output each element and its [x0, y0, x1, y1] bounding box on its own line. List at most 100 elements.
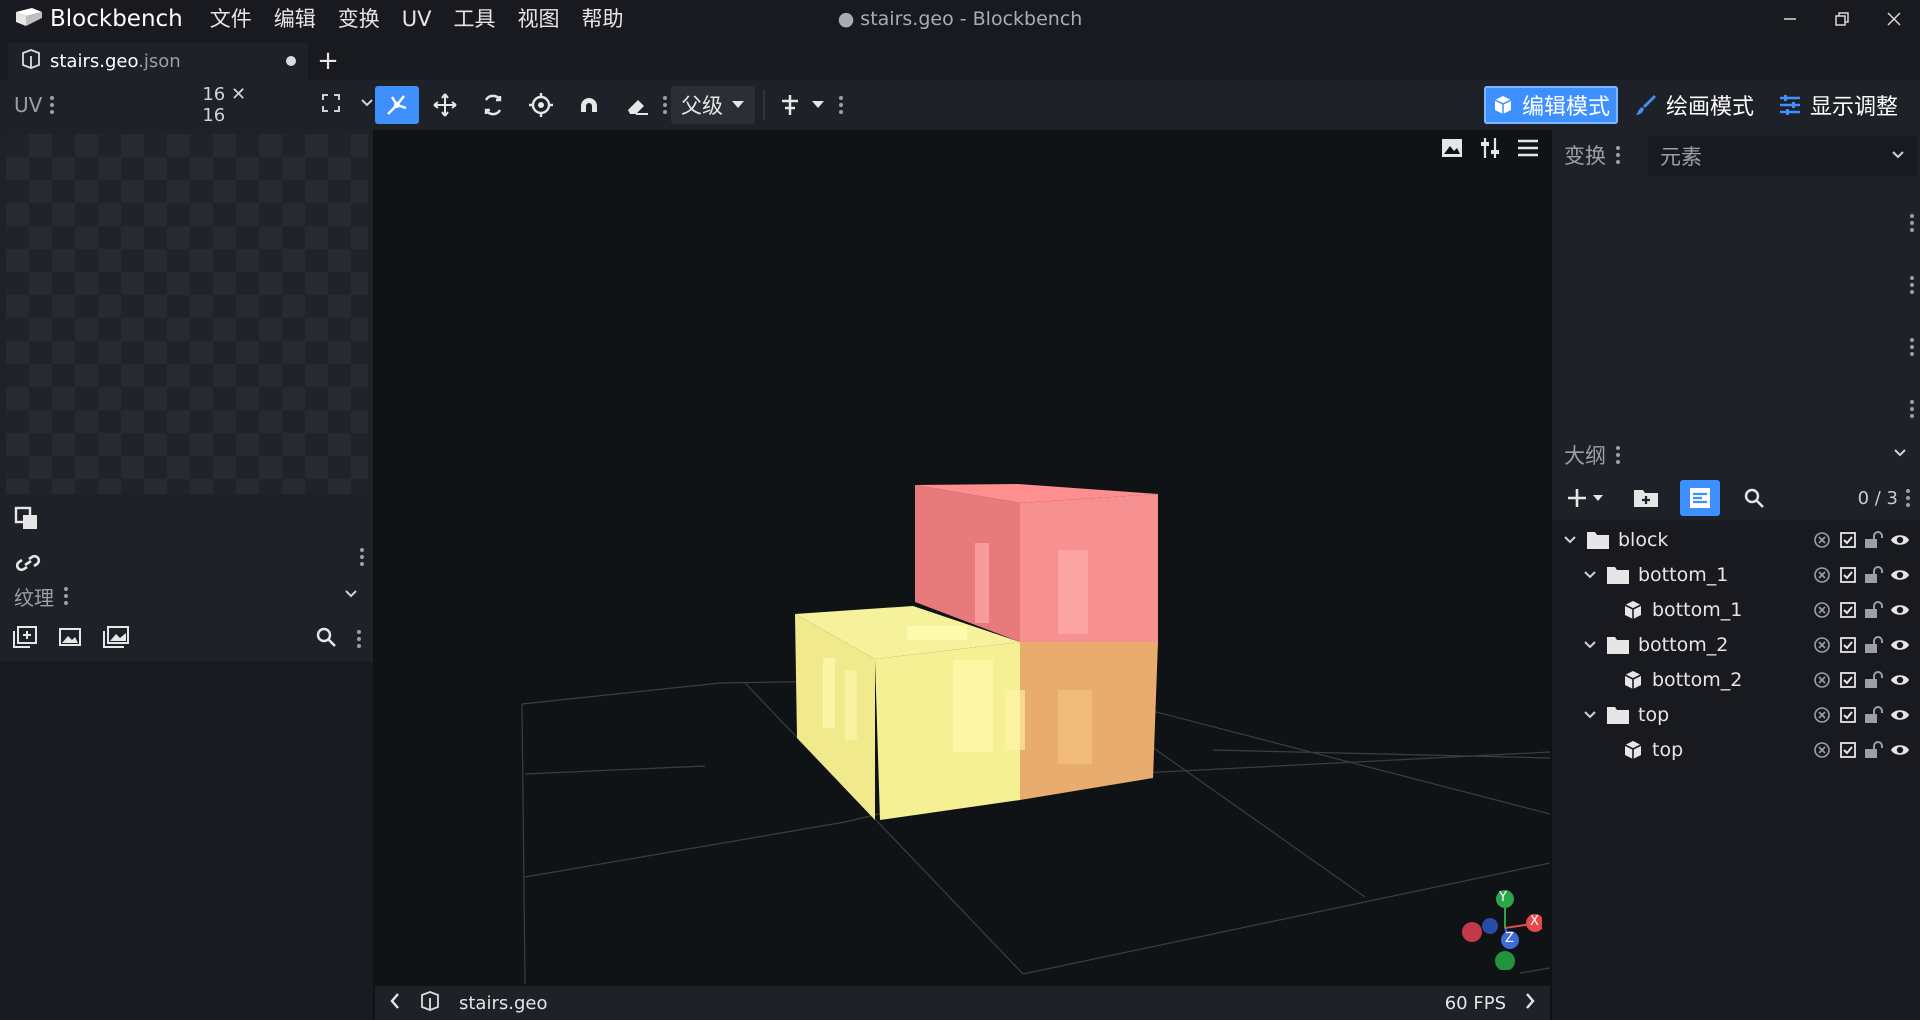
- menu-view[interactable]: 视图: [507, 0, 571, 38]
- eye-icon[interactable]: [1890, 565, 1910, 585]
- visibility-check-icon[interactable]: [1838, 670, 1858, 690]
- textures-menu-icon[interactable]: [64, 587, 68, 605]
- new-tab-button[interactable]: +: [308, 42, 348, 80]
- lock-open-icon[interactable]: [1864, 565, 1884, 585]
- axis-gizmo[interactable]: Y X Z: [1460, 888, 1544, 971]
- texture-gallery-icon[interactable]: [102, 625, 130, 654]
- textures-toolbar-menu-icon[interactable]: [357, 630, 361, 648]
- copy-icon[interactable]: [14, 506, 42, 537]
- edit-mode-button[interactable]: 编辑模式: [1483, 86, 1618, 124]
- chevron-down-icon[interactable]: [359, 94, 375, 116]
- eye-icon[interactable]: [1890, 705, 1910, 725]
- export-toggle-icon[interactable]: [1812, 670, 1832, 690]
- outliner-search-button[interactable]: [1734, 480, 1774, 516]
- visibility-check-icon[interactable]: [1838, 565, 1858, 585]
- menu-tools[interactable]: 工具: [443, 0, 507, 38]
- uv-menu-icon[interactable]: [50, 96, 55, 114]
- expand-chevron-icon[interactable]: [1560, 532, 1580, 548]
- close-button[interactable]: [1868, 0, 1920, 38]
- expand-chevron-icon[interactable]: [1580, 567, 1600, 583]
- menu-edit[interactable]: 编辑: [263, 0, 327, 38]
- menu-file[interactable]: 文件: [199, 0, 263, 38]
- bottom-2-cube[interactable]: [1020, 642, 1158, 800]
- element-selector[interactable]: 元素: [1648, 136, 1918, 176]
- export-toggle-icon[interactable]: [1812, 565, 1832, 585]
- align-menu-icon[interactable]: [839, 96, 843, 114]
- vertex-snap-button[interactable]: [567, 86, 611, 124]
- eye-icon[interactable]: [1890, 635, 1910, 655]
- uv-editor-canvas[interactable]: [6, 134, 368, 494]
- expand-chevron-icon[interactable]: [1580, 637, 1600, 653]
- tree-node-bottom-2-cube[interactable]: bottom_2: [1552, 662, 1920, 697]
- tree-node-block[interactable]: block: [1552, 522, 1920, 557]
- expand-chevron-icon[interactable]: [1580, 707, 1600, 723]
- translate-button[interactable]: [423, 86, 467, 124]
- rotation-menu-icon[interactable]: [1910, 400, 1914, 418]
- pivot-button[interactable]: [519, 86, 563, 124]
- display-mode-button[interactable]: 显示调整: [1770, 86, 1906, 124]
- lock-open-icon[interactable]: [1864, 530, 1884, 550]
- visibility-check-icon[interactable]: [1838, 705, 1858, 725]
- add-element-button[interactable]: [1562, 480, 1612, 516]
- 3d-viewport[interactable]: Y X Z: [375, 130, 1550, 986]
- minimize-button[interactable]: [1764, 0, 1816, 38]
- outliner-menu-icon[interactable]: [1616, 446, 1620, 464]
- visibility-check-icon[interactable]: [1838, 740, 1858, 760]
- menu-transform[interactable]: 变换: [327, 0, 391, 38]
- lock-open-icon[interactable]: [1864, 740, 1884, 760]
- collapse-chevron-icon[interactable]: [1892, 444, 1908, 466]
- tab-stairs-geo[interactable]: stairs.geo.json: [8, 42, 308, 80]
- menu-uv[interactable]: UV: [391, 0, 443, 38]
- visibility-check-icon[interactable]: [1838, 635, 1858, 655]
- visibility-check-icon[interactable]: [1838, 600, 1858, 620]
- hamburger-menu-icon[interactable]: [1516, 136, 1540, 165]
- chevron-right-icon[interactable]: [1524, 992, 1536, 1015]
- position-menu-icon[interactable]: [1910, 214, 1914, 232]
- add-group-button[interactable]: [1626, 480, 1666, 516]
- tree-node-bottom-2-group[interactable]: bottom_2: [1552, 627, 1920, 662]
- chevron-left-icon[interactable]: [389, 992, 401, 1015]
- toggle-options-button[interactable]: [1680, 480, 1720, 516]
- export-toggle-icon[interactable]: [1812, 600, 1832, 620]
- eye-icon[interactable]: [1890, 670, 1910, 690]
- image-icon[interactable]: [1440, 136, 1464, 165]
- export-toggle-icon[interactable]: [1812, 530, 1832, 550]
- import-texture-icon[interactable]: [12, 625, 38, 654]
- paint-mode-button[interactable]: 绘画模式: [1626, 86, 1762, 124]
- tree-node-top-group[interactable]: top: [1552, 697, 1920, 732]
- lock-open-icon[interactable]: [1864, 600, 1884, 620]
- menu-help[interactable]: 帮助: [571, 0, 635, 38]
- parent-dropdown[interactable]: 父级: [671, 86, 755, 124]
- lock-open-icon[interactable]: [1864, 670, 1884, 690]
- lock-open-icon[interactable]: [1864, 635, 1884, 655]
- tree-node-top-cube[interactable]: top: [1552, 732, 1920, 767]
- outliner-tools-menu-icon[interactable]: [1906, 489, 1910, 507]
- create-texture-icon[interactable]: [58, 625, 82, 654]
- align-button[interactable]: [773, 86, 807, 124]
- search-icon[interactable]: [315, 626, 337, 653]
- export-toggle-icon[interactable]: [1812, 740, 1832, 760]
- uv-tools-menu-icon[interactable]: [360, 548, 364, 566]
- pivot-menu-icon[interactable]: [1910, 338, 1914, 356]
- eye-icon[interactable]: [1890, 600, 1910, 620]
- view-sliders-icon[interactable]: [1478, 136, 1502, 165]
- visibility-check-icon[interactable]: [1838, 530, 1858, 550]
- brush-tool-button[interactable]: [615, 86, 659, 124]
- restore-button[interactable]: [1816, 0, 1868, 38]
- eye-icon[interactable]: [1890, 530, 1910, 550]
- transform-menu-icon[interactable]: [1616, 146, 1620, 164]
- unsaved-dot-icon[interactable]: [286, 56, 296, 66]
- top-cube[interactable]: [915, 484, 1158, 642]
- export-toggle-icon[interactable]: [1812, 705, 1832, 725]
- tree-node-bottom-1-group[interactable]: bottom_1: [1552, 557, 1920, 592]
- move-tool-button[interactable]: [375, 86, 419, 124]
- texture-list[interactable]: [0, 662, 373, 1020]
- size-menu-icon[interactable]: [1910, 276, 1914, 294]
- fullscreen-icon[interactable]: [321, 93, 341, 118]
- collapse-chevron-icon[interactable]: [343, 585, 359, 607]
- bottom-1-cube[interactable]: [795, 606, 1025, 820]
- caret-down-icon[interactable]: [811, 100, 825, 110]
- export-toggle-icon[interactable]: [1812, 635, 1832, 655]
- lock-open-icon[interactable]: [1864, 705, 1884, 725]
- tools-menu-icon[interactable]: [663, 96, 667, 114]
